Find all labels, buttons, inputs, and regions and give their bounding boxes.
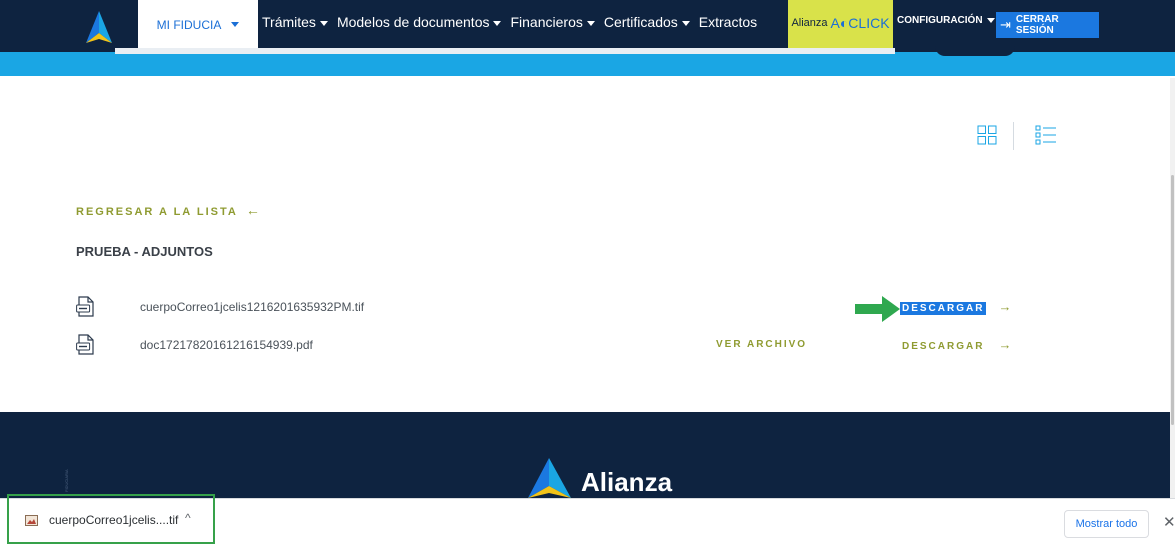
cerrar-sesion-label: CERRAR SESIÓN [1015, 14, 1059, 36]
descargar-button[interactable]: DESCARGAR → [900, 299, 1012, 315]
menu-item-certificados[interactable]: Certificados [604, 14, 690, 30]
cerrar-sesion-button[interactable]: ⇥ CERRAR SESIÓN [996, 12, 1099, 38]
chevron-down-icon [493, 20, 502, 26]
mostrar-todo-button[interactable]: Mostrar todo [1064, 510, 1149, 538]
logout-icon: ⇥ [1000, 17, 1011, 32]
footer-brand: Alianza [581, 467, 673, 497]
grid-view-icon[interactable] [977, 125, 997, 145]
regresar-a-la-lista-link[interactable]: REGRESAR A LA LISTA ← [76, 202, 260, 218]
menu-item-tramites[interactable]: Trámites [262, 14, 328, 30]
alianza-logo-icon[interactable] [85, 9, 113, 45]
list-view-icon[interactable] [1035, 125, 1057, 145]
menu-item-extractos[interactable]: Extractos [699, 14, 757, 30]
mi-fiducia-dropdown[interactable]: MI FIDUCIA [138, 0, 258, 52]
download-item[interactable]: cuerpoCorreo1jcelis....tif ^ [7, 494, 215, 544]
browser-download-bar: cuerpoCorreo1jcelis....tif ^ Mostrar tod… [0, 494, 1175, 546]
footer-vertical-label: FIDUCIARIA [64, 469, 69, 492]
descargar-label: DESCARGAR [900, 302, 987, 315]
file-name: doc17217820161216154939.pdf [140, 338, 313, 352]
back-link-label: REGRESAR A LA LISTA [76, 206, 238, 218]
view-toggle-divider [1013, 122, 1014, 150]
page-title: PRUEBA - ADJUNTOS [76, 244, 213, 259]
footer: FIDUCIARIA Alianza [0, 412, 1175, 502]
footer-vertical-text: FIDUCIARIA [64, 452, 74, 492]
menu-item-label: Financieros [510, 14, 583, 30]
page-scrollbar-thumb[interactable] [1171, 175, 1174, 425]
ver-archivo-link[interactable]: VER ARCHIVO [716, 339, 807, 350]
chevron-down-icon [586, 20, 595, 26]
alianza-aoclick-link[interactable]: Alianza A◐CLICK [788, 0, 893, 52]
green-pointer-arrow-icon [855, 296, 900, 322]
chevron-down-icon [319, 20, 328, 26]
download-file-name: cuerpoCorreo1jcelis....tif [49, 513, 179, 527]
chevron-up-icon[interactable]: ^ [185, 511, 191, 525]
file-name: cuerpoCorreo1jcelis1216201635932PM.tif [140, 300, 365, 314]
arrow-left-icon: ← [245, 202, 260, 218]
arrow-right-icon: → [998, 299, 1012, 314]
chevron-down-icon [231, 22, 240, 27]
configuracion-label: CONFIGURACIÓN [897, 15, 983, 26]
descargar-label: DESCARGAR [902, 341, 985, 352]
chevron-down-icon [681, 20, 690, 26]
image-file-icon [25, 515, 38, 526]
arrow-right-icon: → [998, 337, 1012, 352]
mi-fiducia-label: MI FIDUCIA [156, 17, 222, 32]
menu-item-label: Modelos de documentos [336, 14, 490, 30]
aoclick-brand: Alianza [791, 17, 828, 29]
descargar-button[interactable]: DESCARGAR → [900, 337, 1011, 352]
header-underline [115, 48, 895, 54]
menu-item-label: Extractos [698, 14, 758, 30]
menu-item-label: Certificados [603, 14, 678, 30]
menu-item-label: Trámites [262, 14, 316, 30]
close-icon[interactable]: ✕ [1163, 513, 1175, 531]
list-item: cuerpoCorreo1jcelis1216201635932PM.tif D… [0, 296, 1175, 322]
aoclick-label: A◐CLICK [830, 15, 890, 31]
list-item: doc17217820161216154939.pdf VER ARCHIVO … [0, 334, 1175, 360]
configuracion-dropdown[interactable]: CONFIGURACIÓN [897, 15, 995, 26]
chevron-down-icon [986, 17, 995, 23]
menu-item-modelos-documentos[interactable]: Modelos de documentos [337, 14, 502, 30]
alianza-logo-icon [528, 458, 571, 498]
pdf-file-icon [76, 334, 94, 355]
tiff-file-icon [76, 296, 94, 317]
menu-item-financieros[interactable]: Financieros [510, 14, 595, 30]
main-menu: Trámites Modelos de documentos Financier… [262, 0, 766, 44]
header-tab-edge [935, 44, 1015, 56]
